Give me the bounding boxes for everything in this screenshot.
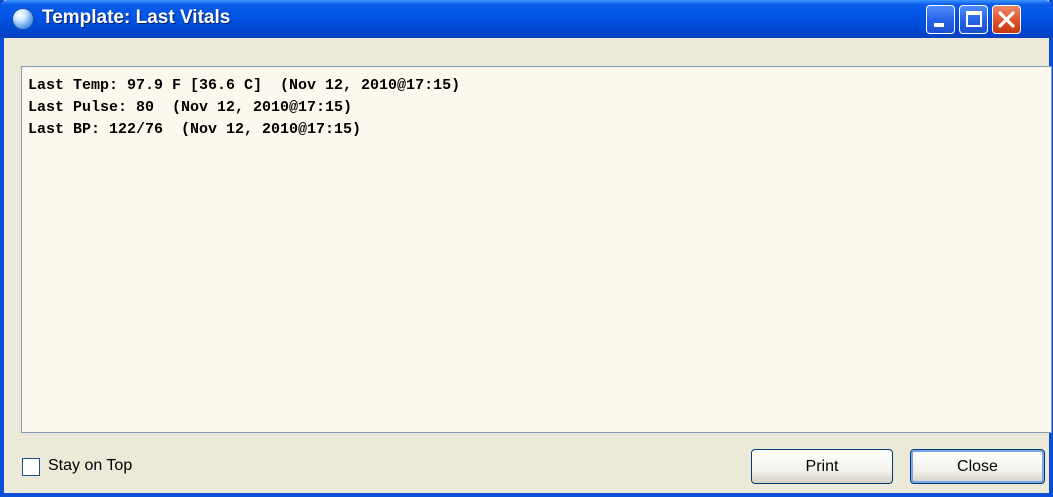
title-bar[interactable]: Template: Last Vitals xyxy=(0,0,1053,38)
maximize-icon xyxy=(966,11,982,27)
app-icon xyxy=(12,8,34,30)
stay-on-top-label[interactable]: Stay on Top xyxy=(48,457,132,475)
close-button[interactable]: Close xyxy=(910,449,1045,484)
vital-line-temp: Last Temp: 97.9 F [36.6 C] (Nov 12, 2010… xyxy=(28,77,461,94)
close-icon xyxy=(998,11,1015,28)
vital-line-pulse: Last Pulse: 80 (Nov 12, 2010@17:15) xyxy=(28,99,353,116)
minimize-button[interactable] xyxy=(926,5,955,34)
minimize-icon xyxy=(934,23,944,27)
vitals-text-area[interactable]: Last Temp: 97.9 F [36.6 C] (Nov 12, 2010… xyxy=(21,66,1052,433)
maximize-button[interactable] xyxy=(959,5,988,34)
close-window-button[interactable] xyxy=(992,5,1021,34)
stay-on-top-checkbox[interactable] xyxy=(22,458,40,476)
print-button[interactable]: Print xyxy=(751,449,893,484)
vital-line-bp: Last BP: 122/76 (Nov 12, 2010@17:15) xyxy=(28,121,362,138)
template-window: Template: Last Vitals Last Temp: 97.9 F … xyxy=(0,0,1053,497)
window-title: Template: Last Vitals xyxy=(42,7,231,28)
